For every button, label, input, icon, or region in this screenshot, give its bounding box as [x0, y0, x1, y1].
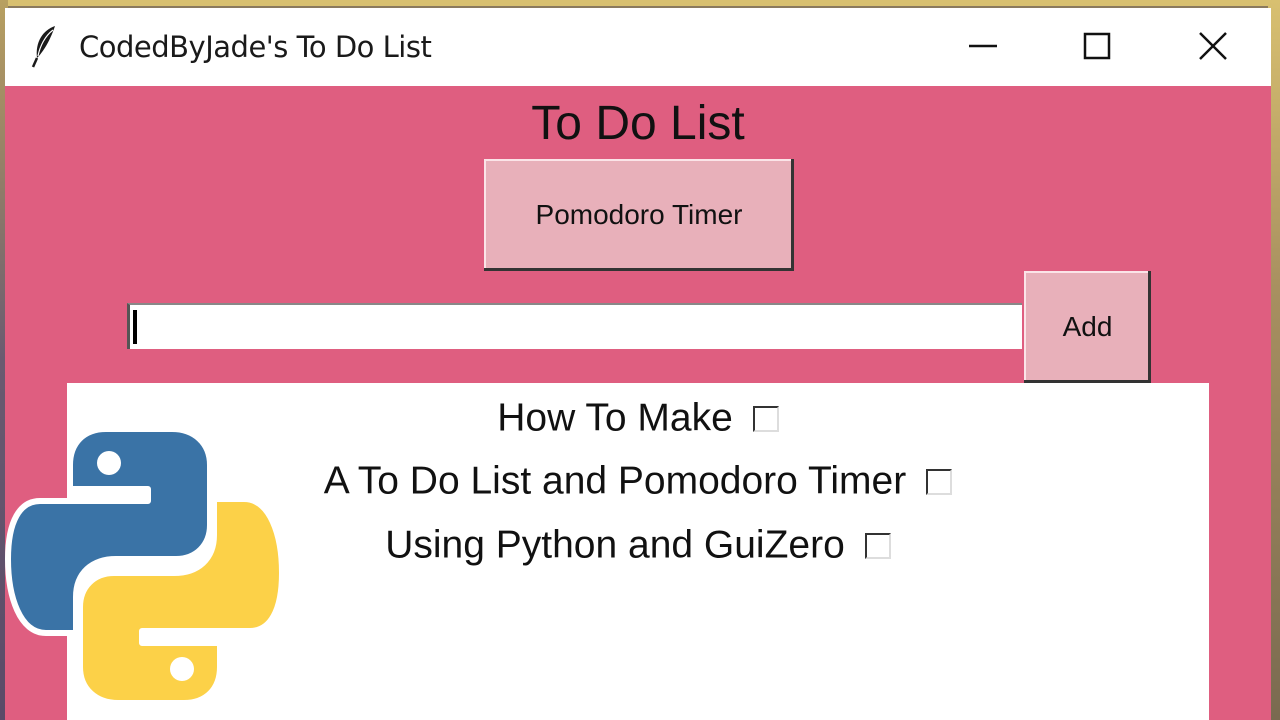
task-checkbox[interactable]: [864, 532, 891, 559]
maximize-button[interactable]: [1069, 22, 1125, 70]
close-button[interactable]: [1185, 22, 1241, 70]
task-label: A To Do List and Pomodoro Timer: [323, 459, 907, 503]
pomodoro-timer-button[interactable]: Pomodoro Timer: [484, 159, 794, 271]
maximize-icon: [1083, 32, 1111, 60]
python-logo: [5, 426, 285, 706]
minimize-button[interactable]: [955, 22, 1011, 70]
text-caret: [133, 310, 137, 344]
close-icon: [1199, 32, 1227, 60]
feather-icon: [31, 26, 55, 68]
title-bar[interactable]: CodedByJade's To Do List: [5, 8, 1271, 86]
task-checkbox[interactable]: [752, 405, 779, 432]
minimize-icon: [969, 44, 997, 48]
window-title: CodedByJade's To Do List: [79, 30, 432, 64]
task-checkbox[interactable]: [926, 468, 953, 495]
page-title: To Do List: [531, 97, 745, 150]
add-button[interactable]: Add: [1024, 271, 1151, 383]
task-input[interactable]: [127, 303, 1022, 349]
task-label: Using Python and GuiZero: [385, 523, 845, 567]
desktop-strip: [0, 0, 1280, 6]
task-label: How To Make: [497, 396, 733, 440]
